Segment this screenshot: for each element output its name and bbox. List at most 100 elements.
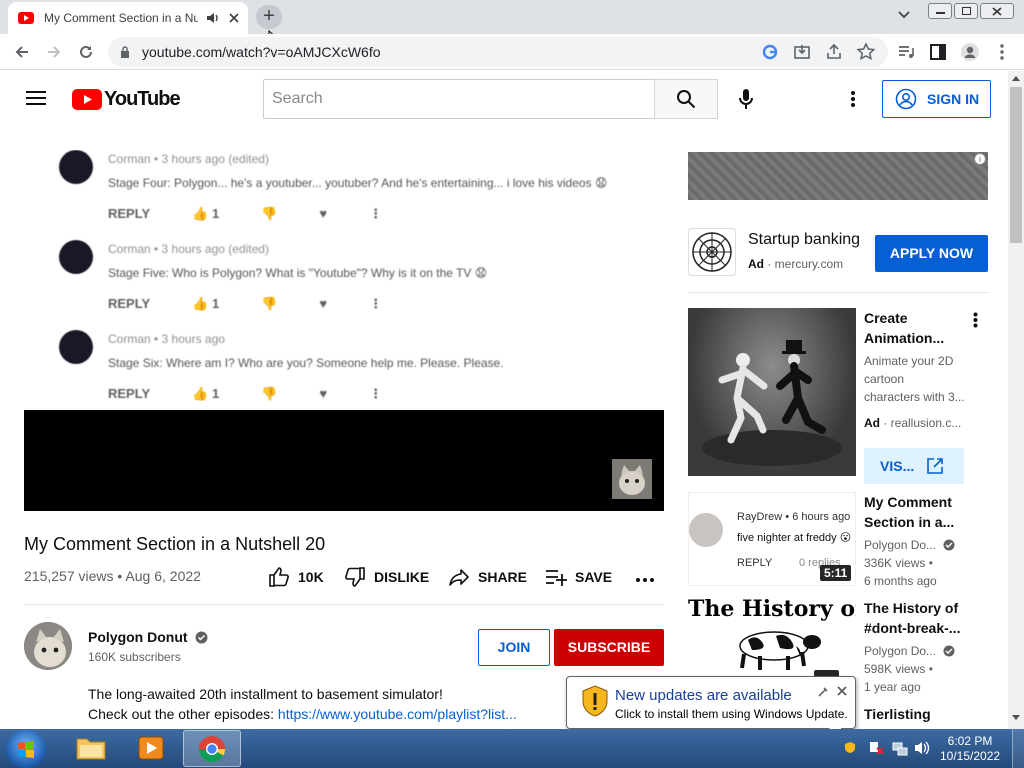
promo-title[interactable]: Create Animation...	[864, 308, 944, 348]
taskbar-clock[interactable]: 6:02 PM 10/15/2022	[940, 734, 1000, 764]
share-label: SHARE	[478, 569, 528, 585]
new-tab-button[interactable]: +	[256, 5, 282, 29]
speaker-icon[interactable]	[206, 12, 220, 24]
scrollbar-thumb[interactable]	[1010, 87, 1022, 243]
subscriber-count: 160K subscribers	[88, 650, 181, 664]
ad-meta: Ad · mercury.com	[748, 257, 844, 271]
scroll-up-icon[interactable]	[1012, 75, 1020, 81]
comment-like-icon: 👍 1	[192, 206, 220, 221]
windows-update-notification[interactable]: New updates are available Click to insta…	[566, 676, 856, 738]
sidebar-video-title[interactable]: My Comment Section in a...	[864, 492, 954, 532]
promo-meta: Ad · reallusion.c...	[864, 416, 962, 430]
video-comment-1: Corman • 3 hours ago (edited) Stage Four…	[24, 150, 664, 240]
sidebar-channel: Polygon Do...	[864, 538, 937, 552]
promo-thumbnail[interactable]	[688, 308, 856, 476]
comment-dislike-icon: 👎	[261, 296, 278, 311]
divider	[24, 604, 664, 605]
comment-more-icon: ⋮	[369, 386, 383, 401]
youtube-header: YouTube Search SIGN IN	[0, 71, 1008, 127]
apply-now-button[interactable]: APPLY NOW	[875, 235, 988, 272]
title-line: My Comment	[864, 494, 952, 510]
share-button[interactable]: SHARE	[448, 566, 527, 588]
video-thumbnail[interactable]: RayDrew • 6 hours ago five nighter at fr…	[688, 492, 856, 586]
channel-avatar[interactable]	[24, 622, 72, 670]
bookmark-star-icon[interactable]	[856, 42, 876, 62]
avatar	[59, 240, 93, 274]
taskbar-explorer[interactable]	[62, 730, 120, 767]
like-button[interactable]: 10K	[268, 566, 324, 588]
comment-heart-icon: ♥	[319, 386, 328, 401]
comment-text: Stage Five: Who is Polygon? What is "You…	[108, 266, 488, 280]
comment-meta: Corman • 3 hours ago (edited)	[108, 242, 269, 256]
taskbar-chrome[interactable]	[183, 730, 241, 767]
playlist-link[interactable]: https://www.youtube.com/playlist?list...	[278, 706, 517, 722]
notification-close-icon[interactable]	[837, 686, 847, 696]
promo-domain: reallusion.c...	[890, 416, 962, 430]
promo-desc-line: cartoon	[864, 372, 905, 386]
comment-heart-icon: ♥	[319, 206, 328, 221]
windows-logo-icon	[18, 741, 34, 758]
settings-more-icon[interactable]	[850, 90, 856, 108]
microphone-icon[interactable]	[738, 88, 754, 110]
more-actions-icon[interactable]	[636, 577, 654, 583]
dislike-label: DISLIKE	[374, 569, 430, 585]
search-input[interactable]: Search	[263, 79, 655, 119]
description-line-1: The long-awaited 20th installment to bas…	[88, 686, 443, 702]
share-page-icon[interactable]	[824, 42, 844, 62]
network-icon[interactable]	[892, 740, 908, 756]
profile-icon[interactable]	[960, 42, 980, 62]
restore-button[interactable]	[954, 3, 978, 19]
forward-arrow-icon[interactable]	[44, 42, 64, 62]
channel-name[interactable]: Polygon Donut	[88, 629, 208, 645]
media-queue-icon[interactable]	[896, 42, 916, 62]
sidebar-video-title[interactable]: Tierlisting	[864, 704, 931, 724]
window-close-button[interactable]	[980, 3, 1014, 19]
subscribe-button[interactable]: SUBSCRIBE	[554, 629, 664, 666]
chrome-icon	[198, 736, 226, 763]
ad-info-icon[interactable]: i	[974, 153, 986, 165]
video-comment-2: Corman • 3 hours ago (edited) Stage Five…	[24, 240, 664, 330]
lock-icon[interactable]	[120, 46, 130, 58]
tab-close-icon[interactable]	[228, 12, 240, 24]
minimize-button[interactable]	[928, 3, 952, 19]
side-panel-icon[interactable]	[928, 42, 948, 62]
install-icon[interactable]	[792, 42, 812, 62]
update-tray-icon[interactable]	[844, 741, 856, 753]
visit-site-button[interactable]: VIS...	[864, 448, 964, 484]
notification-settings-icon[interactable]	[817, 686, 829, 698]
taskbar-media-player[interactable]	[122, 730, 180, 767]
browser-tab[interactable]: My Comment Section in a Nutshell 20	[8, 2, 248, 34]
start-button[interactable]	[6, 730, 46, 768]
show-desktop-button[interactable]	[1012, 729, 1024, 768]
action-center-icon[interactable]	[868, 740, 884, 756]
comment-like-count: 1	[211, 206, 220, 221]
dislike-button[interactable]: DISLIKE	[344, 566, 429, 588]
playlist-add-icon	[546, 570, 567, 586]
youtube-logo[interactable]: YouTube	[72, 88, 181, 111]
browser-menu-icon[interactable]	[992, 42, 1012, 62]
sign-in-button[interactable]: SIGN IN	[882, 80, 991, 118]
search-button[interactable]	[654, 79, 718, 119]
sidebar-video-meta: Polygon Do... 598K views • 1 year ago	[864, 642, 955, 696]
comment-more-icon: ⋮	[369, 206, 383, 221]
tab-search-chevron-icon[interactable]	[898, 11, 910, 19]
google-icon[interactable]	[760, 42, 780, 62]
hamburger-menu-icon[interactable]	[26, 90, 46, 106]
join-button[interactable]: JOIN	[478, 629, 550, 666]
save-button[interactable]: SAVE	[545, 566, 612, 588]
sidebar-video-title[interactable]: The History of #dont-break-...	[864, 598, 960, 638]
thumb-heading: The History of	[688, 596, 856, 622]
volume-icon[interactable]	[914, 740, 930, 756]
page-scrollbar[interactable]	[1008, 71, 1024, 729]
divider	[688, 292, 988, 293]
channel-name-text: Polygon Donut	[88, 629, 188, 645]
ad-title[interactable]: Startup banking	[748, 231, 860, 249]
scroll-down-icon[interactable]	[1012, 715, 1020, 721]
promo-more-icon[interactable]	[973, 312, 978, 328]
video-player[interactable]: Corman • 3 hours ago (edited) Stage Four…	[24, 150, 664, 511]
reload-icon[interactable]	[76, 42, 96, 62]
back-arrow-icon[interactable]	[12, 42, 32, 62]
cow-image	[739, 631, 821, 670]
comment-reply: REPLY	[108, 296, 151, 311]
ad-banner-image[interactable]	[688, 152, 988, 200]
